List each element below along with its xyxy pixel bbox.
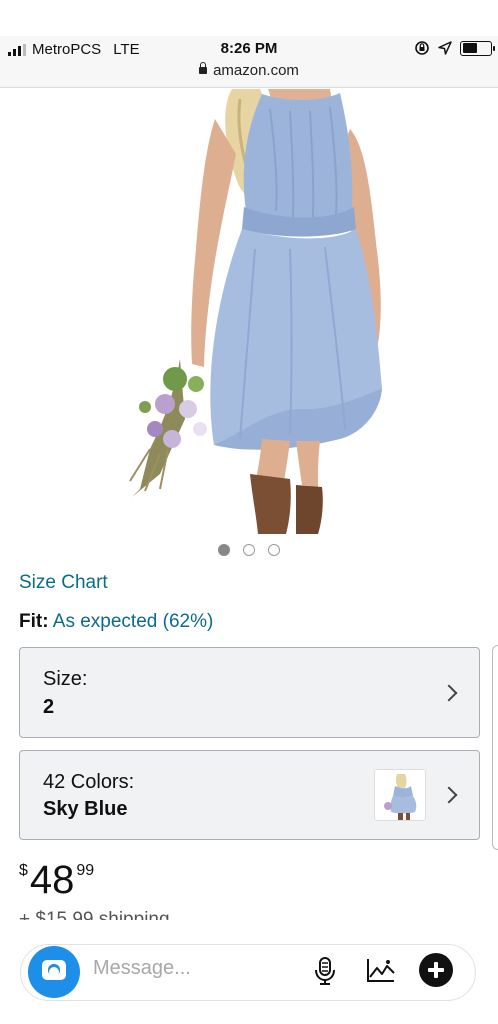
address-bar[interactable]: amazon.com [0, 62, 498, 79]
price-fraction: 99 [76, 862, 95, 879]
fit-info: Fit: As expected (62%) [19, 611, 213, 633]
pager-dot-2[interactable] [243, 544, 255, 556]
chevron-right-icon [440, 684, 458, 702]
orientation-lock-icon [415, 41, 429, 55]
color-thumbnail [374, 769, 426, 821]
color-count-label: 42 Colors: [43, 771, 135, 793]
price: $48 99 [19, 858, 94, 903]
plus-icon[interactable] [419, 953, 453, 987]
battery-icon [460, 40, 495, 56]
image-pager[interactable] [0, 544, 498, 556]
bouquet [129, 359, 207, 497]
color-selector[interactable]: 42 Colors: Sky Blue [19, 750, 480, 840]
gallery-icon[interactable] [366, 957, 396, 983]
status-icons [414, 40, 495, 56]
product-image[interactable] [0, 89, 498, 534]
message-placeholder: Message... [93, 957, 191, 979]
size-label: Size: [43, 668, 88, 690]
url-text: amazon.com [213, 62, 299, 79]
pager-dot-3[interactable] [268, 544, 280, 556]
color-value: Sky Blue [43, 798, 128, 820]
price-currency: $ [19, 862, 28, 879]
shipping-cost: + $15.99 shipping [19, 909, 170, 920]
chevron-right-icon [440, 786, 458, 804]
message-input[interactable] [20, 944, 476, 1001]
camera-button[interactable] [28, 946, 80, 998]
next-card-edge [492, 645, 498, 850]
size-chart-link[interactable]: Size Chart [19, 572, 108, 594]
size-selector[interactable]: Size: 2 [19, 647, 480, 738]
price-whole: 48 [29, 858, 75, 902]
location-icon [438, 41, 452, 55]
microphone-icon[interactable] [313, 956, 337, 986]
fit-label: Fit: [19, 611, 49, 632]
lock-icon [199, 62, 208, 74]
fit-value-link[interactable]: As expected (62%) [53, 611, 214, 632]
size-value: 2 [43, 696, 55, 718]
message-bar: Message... [0, 920, 498, 1024]
status-bar: MetroPCS LTE 8:26 PM amazon.com [0, 36, 498, 88]
pager-dot-1[interactable] [218, 544, 230, 556]
